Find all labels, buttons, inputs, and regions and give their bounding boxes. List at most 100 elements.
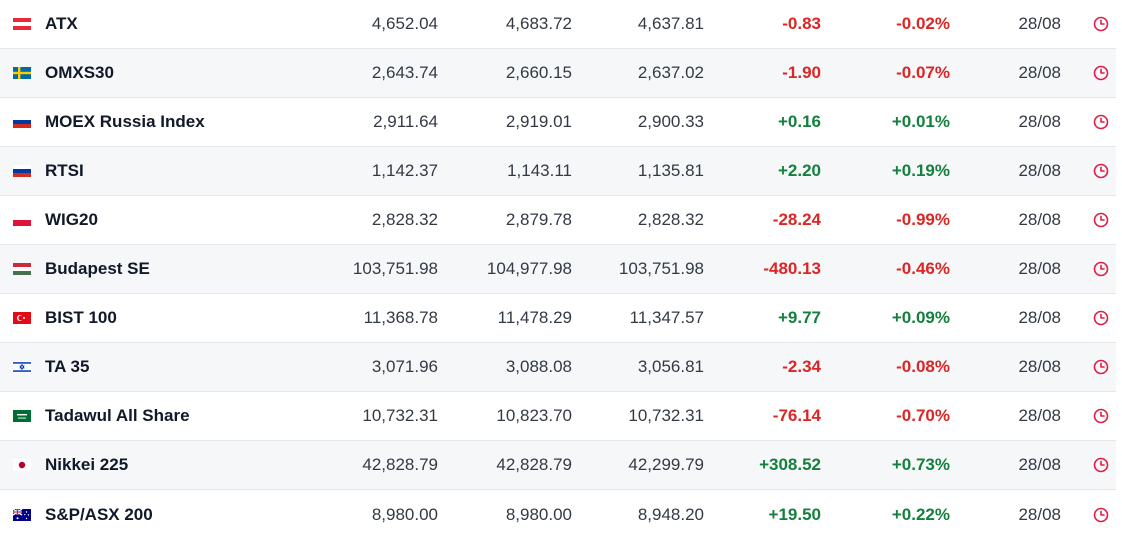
last-update-date: 28/08 <box>1018 455 1061 474</box>
table-row-6[interactable]: Budapest SE 103,751.98 104,977.98 103,75… <box>0 245 1116 294</box>
high-price: 2,919.01 <box>505 112 572 131</box>
last-update-date: 28/08 <box>1018 504 1061 524</box>
change-value: -2.34 <box>782 357 821 376</box>
last-price: 2,911.64 <box>373 112 438 131</box>
change-value: +19.50 <box>768 504 821 524</box>
saudi-arabia-flag-icon <box>13 410 31 422</box>
russia-flag-icon <box>13 116 31 128</box>
change-percent: -0.07% <box>896 63 950 82</box>
index-name[interactable]: ATX <box>45 14 78 34</box>
index-name[interactable]: TA 35 <box>45 357 89 377</box>
table-row-7[interactable]: BIST 100 11,368.78 11,478.29 11,347.57 +… <box>0 294 1116 343</box>
table-row-2[interactable]: OMXS30 2,643.74 2,660.15 2,637.02 -1.90 … <box>0 49 1116 98</box>
change-value: -1.90 <box>782 63 821 82</box>
change-value: -480.13 <box>763 259 821 278</box>
low-price: 2,828.32 <box>637 210 704 229</box>
index-name[interactable]: BIST 100 <box>45 308 117 328</box>
israel-flag-icon <box>13 361 31 373</box>
low-price: 8,948.20 <box>637 504 704 524</box>
change-value: -28.24 <box>772 210 821 229</box>
change-percent: +0.09% <box>891 308 950 327</box>
last-price: 103,751.98 <box>352 259 438 278</box>
last-price: 1,142.37 <box>371 161 438 180</box>
change-value: +0.16 <box>777 112 821 131</box>
russia-flag-icon <box>13 165 31 177</box>
hungary-flag-icon <box>13 263 31 275</box>
last-price: 42,828.79 <box>362 455 438 474</box>
table-row-5[interactable]: WIG20 2,828.32 2,879.78 2,828.32 -28.24 … <box>0 196 1116 245</box>
index-name[interactable]: Tadawul All Share <box>45 406 190 426</box>
high-price: 11,478.29 <box>497 308 572 327</box>
last-update-date: 28/08 <box>1018 14 1061 33</box>
clock-icon[interactable] <box>1092 358 1110 376</box>
change-percent: -0.46% <box>896 259 950 278</box>
high-price: 1,143.11 <box>507 161 572 180</box>
high-price: 42,828.79 <box>496 455 572 474</box>
index-name[interactable]: Budapest SE <box>45 259 150 279</box>
low-price: 10,732.31 <box>628 406 704 425</box>
index-name[interactable]: MOEX Russia Index <box>45 112 205 132</box>
change-percent: -0.70% <box>896 406 950 425</box>
clock-icon[interactable] <box>1092 64 1110 82</box>
clock-icon[interactable] <box>1092 260 1110 278</box>
low-price: 4,637.81 <box>637 14 704 33</box>
clock-icon[interactable] <box>1092 113 1110 131</box>
low-price: 11,347.57 <box>629 308 704 327</box>
change-percent: +0.73% <box>891 455 950 474</box>
last-price: 4,652.04 <box>371 14 438 33</box>
table-row-4[interactable]: RTSI 1,142.37 1,143.11 1,135.81 +2.20 +0… <box>0 147 1116 196</box>
index-name[interactable]: Nikkei 225 <box>45 455 128 475</box>
clock-icon[interactable] <box>1092 162 1110 180</box>
change-value: -76.14 <box>772 406 821 425</box>
change-value: -0.83 <box>782 14 821 33</box>
austria-flag-icon <box>13 18 31 30</box>
change-value: +9.77 <box>777 308 821 327</box>
change-value: +2.20 <box>777 161 821 180</box>
low-price: 1,135.81 <box>637 161 704 180</box>
table-row-1[interactable]: ATX 4,652.04 4,683.72 4,637.81 -0.83 -0.… <box>0 0 1116 49</box>
last-price: 2,643.74 <box>371 63 438 82</box>
clock-icon[interactable] <box>1092 407 1110 425</box>
table-row-3[interactable]: MOEX Russia Index 2,911.64 2,919.01 2,90… <box>0 98 1116 147</box>
last-update-date: 28/08 <box>1018 210 1061 229</box>
clock-icon[interactable] <box>1092 15 1110 33</box>
high-price: 10,823.70 <box>496 406 572 425</box>
high-price: 8,980.00 <box>505 504 572 524</box>
last-price: 3,071.96 <box>371 357 438 376</box>
high-price: 3,088.08 <box>505 357 572 376</box>
clock-icon[interactable] <box>1092 211 1110 229</box>
japan-flag-icon <box>13 459 31 471</box>
high-price: 2,879.78 <box>505 210 572 229</box>
clock-icon[interactable] <box>1092 309 1110 327</box>
change-value: +308.52 <box>759 455 821 474</box>
index-name[interactable]: OMXS30 <box>45 63 114 83</box>
table-row-10[interactable]: Nikkei 225 42,828.79 42,828.79 42,299.79… <box>0 441 1116 490</box>
clock-icon[interactable] <box>1092 506 1110 524</box>
last-price: 11,368.78 <box>363 308 438 327</box>
last-update-date: 28/08 <box>1018 63 1061 82</box>
table-row-8[interactable]: TA 35 3,071.96 3,088.08 3,056.81 -2.34 -… <box>0 343 1116 392</box>
change-percent: +0.01% <box>891 112 950 131</box>
high-price: 2,660.15 <box>505 63 572 82</box>
index-name[interactable]: S&P/ASX 200 <box>45 505 153 525</box>
last-update-date: 28/08 <box>1018 308 1061 327</box>
clock-icon[interactable] <box>1092 456 1110 474</box>
poland-flag-icon <box>13 214 31 226</box>
table-row-11[interactable]: S&P/ASX 200 8,980.00 8,980.00 8,948.20 +… <box>0 490 1116 539</box>
last-update-date: 28/08 <box>1018 161 1061 180</box>
last-update-date: 28/08 <box>1018 357 1061 376</box>
last-price: 2,828.32 <box>371 210 438 229</box>
last-price: 8,980.00 <box>371 504 438 524</box>
last-update-date: 28/08 <box>1018 259 1061 278</box>
index-name[interactable]: WIG20 <box>45 210 98 230</box>
low-price: 3,056.81 <box>637 357 704 376</box>
change-percent: -0.99% <box>896 210 950 229</box>
change-percent: +0.19% <box>891 161 950 180</box>
high-price: 4,683.72 <box>505 14 572 33</box>
change-percent: -0.08% <box>896 357 950 376</box>
change-percent: +0.22% <box>891 504 950 524</box>
australia-flag-icon <box>13 508 31 521</box>
sweden-flag-icon <box>13 67 31 79</box>
index-name[interactable]: RTSI <box>45 161 84 181</box>
table-row-9[interactable]: Tadawul All Share 10,732.31 10,823.70 10… <box>0 392 1116 441</box>
